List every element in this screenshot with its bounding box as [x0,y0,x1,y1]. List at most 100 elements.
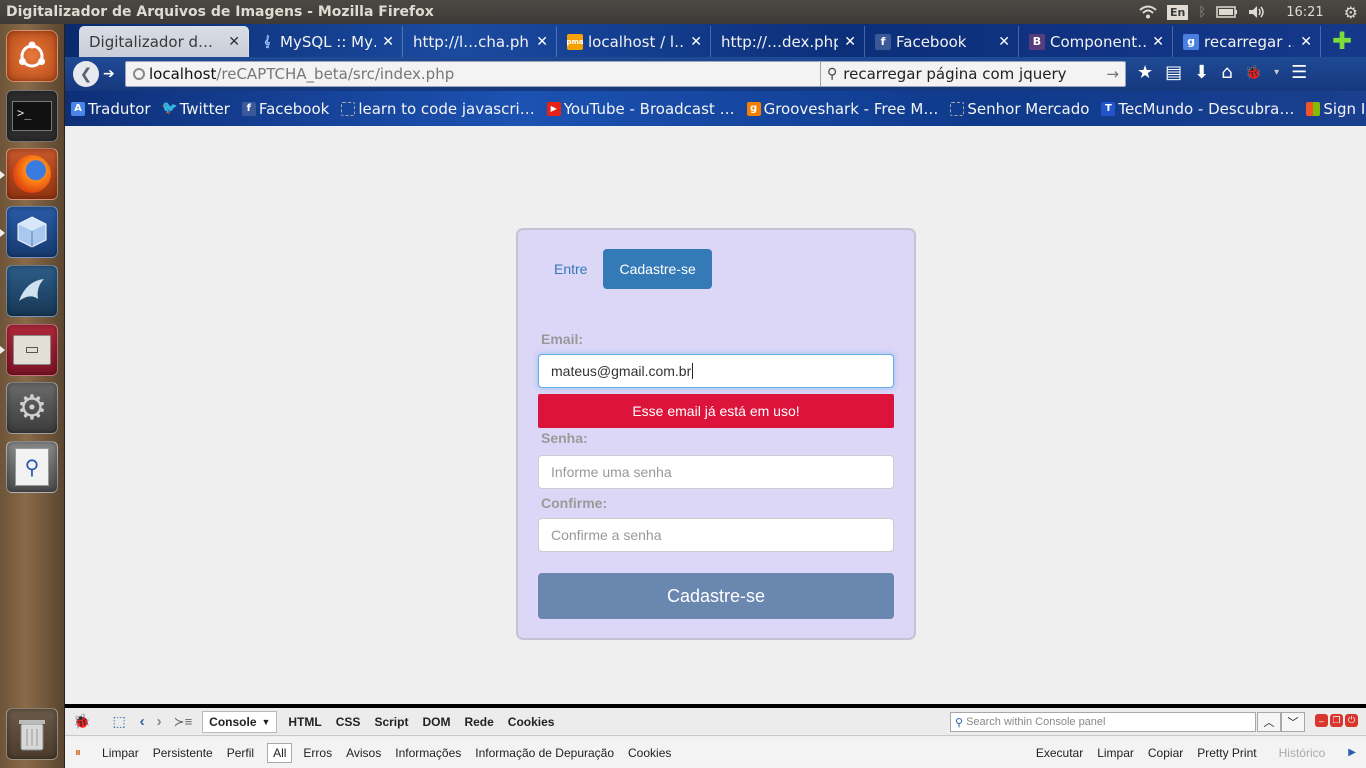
filter-info[interactable]: Informações [388,746,468,760]
downloads-icon[interactable]: ⬇ [1194,62,1209,83]
file-manager-icon[interactable] [6,324,58,376]
menu-icon[interactable]: ☰ [1291,62,1307,83]
forward-arrow-icon[interactable]: › [157,713,162,730]
firebug-dropdown-icon[interactable]: ▾ [1274,67,1279,78]
inspect-element-icon[interactable]: ⬚ [112,713,125,730]
bookmark-twitter[interactable]: 🐦 Twitter [161,100,229,118]
confirm-password-field[interactable]: Confirme a senha [538,518,894,552]
close-icon[interactable]: ✕ [844,34,856,50]
tab-script[interactable]: Script [367,715,415,729]
tab-digitalizador[interactable]: Digitalizador d… ✕ [79,26,249,57]
close-icon[interactable]: ✕ [536,34,548,50]
tab-register[interactable]: Cadastre-se [603,249,712,289]
persist-button[interactable]: Persistente [146,746,220,760]
firefox-icon[interactable] [6,148,58,200]
tab-dom[interactable]: DOM [415,715,457,729]
system-settings-icon[interactable]: ⚙ [6,382,58,434]
terminal-icon[interactable]: >_ [6,90,58,142]
tab-html[interactable]: HTML [281,715,328,729]
expand-arrow-icon[interactable]: ▶ [1348,747,1356,758]
filter-all[interactable]: All [267,742,293,763]
tab-login[interactable]: Entre [538,249,603,289]
tab-google-search[interactable]: g recarregar … ✕ [1173,26,1321,57]
minimize-icon[interactable]: – [1315,714,1328,727]
clear-button[interactable]: Limpar [95,746,146,760]
mysql-workbench-icon[interactable] [6,265,58,317]
battery-icon[interactable] [1216,6,1238,18]
virtualbox-icon[interactable] [6,206,58,258]
bookmark-tecmundo[interactable]: T TecMundo - Descubra… [1101,100,1294,118]
firebug-search-input[interactable]: ⚲ Search within Console panel [950,712,1256,732]
copy-button[interactable]: Copiar [1141,746,1190,760]
tab-rede[interactable]: Rede [457,715,500,729]
home-icon[interactable]: ⌂ [1221,62,1232,83]
filter-warnings[interactable]: Avisos [339,746,388,760]
tab-facebook[interactable]: f Facebook ✕ [865,26,1019,57]
close-icon[interactable]: ✕ [998,34,1010,50]
tab-console[interactable]: Console ▼ [202,710,278,733]
bookmark-sign-in[interactable]: Sign In [1306,100,1366,118]
tab-phpmyadmin[interactable]: pma localhost / l… ✕ [557,26,711,57]
running-indicator [0,346,5,354]
gear-icon[interactable]: ⚙ [1344,3,1358,22]
tab-css[interactable]: CSS [329,715,368,729]
close-icon[interactable]: ✕ [1300,34,1312,50]
close-icon[interactable]: ✕ [690,34,702,50]
filter-errors[interactable]: Erros [296,746,339,760]
close-icon[interactable]: ✕ [1152,34,1164,50]
chevron-up-icon[interactable]: ︿ [1257,712,1281,732]
close-icon[interactable]: ✕ [228,34,240,50]
filter-cookies[interactable]: Cookies [621,746,678,760]
image-viewer-icon[interactable]: ⚲ [6,441,58,493]
system-top-bar: Digitalizador de Arquivos de Imagens - M… [0,0,1366,24]
register-submit-button[interactable]: Cadastre-se [538,573,894,619]
tecmundo-icon: T [1101,101,1116,116]
bookmark-star-icon[interactable]: ★ [1137,62,1153,83]
tab-localhost-index[interactable]: http://…dex.php ✕ [711,26,865,57]
forward-arrow-icon[interactable]: ➔ [103,66,115,82]
ubuntu-dash-icon[interactable] [6,30,58,82]
bookmark-facebook[interactable]: f Facebook [241,100,329,118]
firebug-icon[interactable]: 🐞 [73,713,90,730]
chevron-down-icon[interactable]: ﹀ [1281,712,1305,732]
history-button[interactable]: Histórico [1272,746,1333,760]
translate-icon: A [71,101,85,116]
run-button[interactable]: Executar [1029,746,1090,760]
command-line-icon[interactable]: ≻≡ [174,714,192,730]
close-icon[interactable]: ✕ [382,34,394,50]
bookmark-senhor-mercado[interactable]: Senhor Mercado [950,100,1089,118]
bookmark-grooveshark[interactable]: g Grooveshark - Free M… [746,100,938,118]
filter-debug[interactable]: Informação de Depuração [468,746,621,760]
clear-command-button[interactable]: Limpar [1090,746,1141,760]
tab-cookies[interactable]: Cookies [501,715,562,729]
back-arrow-icon[interactable]: ‹ [140,713,145,730]
keyboard-layout-indicator[interactable]: En [1167,4,1189,20]
dropdown-arrow-icon[interactable]: ▼ [262,717,271,727]
search-go-arrow-icon[interactable]: → [1106,65,1119,83]
tab-bootstrap-components[interactable]: B Component… ✕ [1019,26,1173,57]
close-icon[interactable]: ⏻ [1345,714,1358,727]
bookmark-tradutor[interactable]: A Tradutor [71,100,151,118]
pause-icon[interactable]: ⏸ [75,745,81,760]
clock[interactable]: 16:21 [1286,5,1323,20]
tab-mysql[interactable]: 𝄞 MySQL :: My…✕ [249,26,403,57]
bluetooth-icon[interactable]: ᛒ [1198,5,1206,20]
new-tab-icon[interactable]: ✚ [1332,26,1352,57]
tab-localhost-captcha[interactable]: http://l…cha.php ✕ [403,26,557,57]
firebug-icon[interactable]: 🐞 [1245,65,1262,81]
bookmark-learn-to-code[interactable]: learn to code javascri… [341,100,535,118]
bookmark-youtube[interactable]: ▶ YouTube - Broadcast … [546,100,735,118]
volume-icon[interactable] [1248,5,1266,19]
search-bar[interactable]: ⚲ recarregar página com jquery → [820,61,1126,87]
bookmarks-list-icon[interactable]: ▤ [1165,62,1182,83]
wifi-icon[interactable] [1139,5,1157,19]
back-arrow-icon[interactable]: ❮ [73,61,99,87]
url-bar[interactable]: localhost/reCAPTCHA_beta/src/index.php ▼… [125,61,880,87]
running-indicator [0,229,5,237]
detach-icon[interactable]: ❐ [1330,714,1343,727]
profile-button[interactable]: Perfil [220,746,261,760]
email-field[interactable]: mateus@gmail.com.br [538,354,894,388]
password-field[interactable]: Informe uma senha [538,455,894,489]
pretty-print-button[interactable]: Pretty Print [1190,746,1263,760]
trash-icon[interactable] [6,708,58,760]
